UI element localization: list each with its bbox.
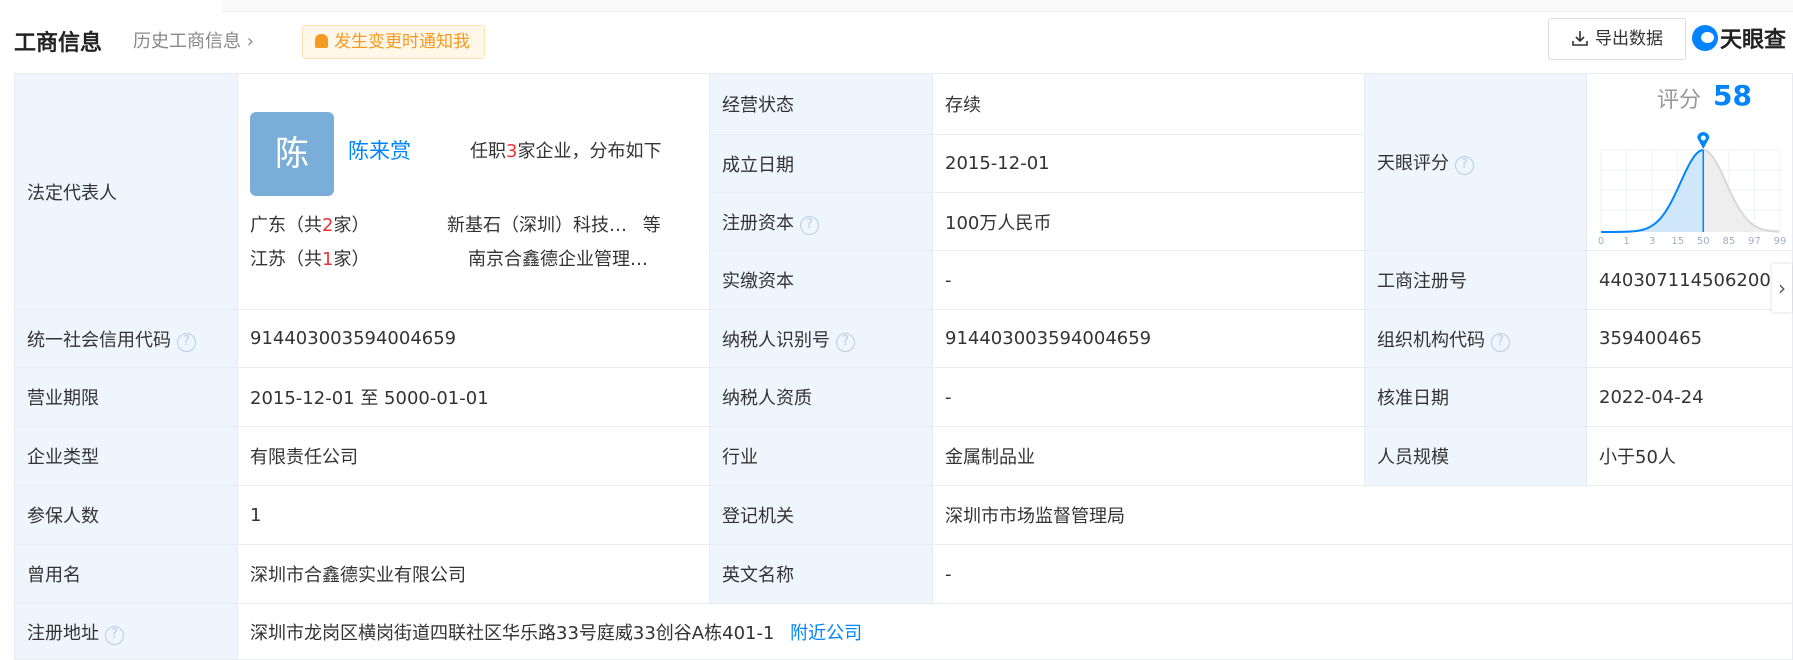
company-type-value: 有限责任公司: [237, 426, 710, 486]
taxpayer-qual-label: 纳税人资质: [709, 367, 933, 427]
paid-capital-value: -: [932, 250, 1365, 310]
top-strip: [0, 0, 1793, 12]
tick-label: 1: [1623, 236, 1629, 246]
company-link[interactable]: 南京合鑫德企业管理…: [468, 245, 648, 271]
legal-rep-name[interactable]: 陈来赏: [348, 135, 411, 165]
address-value: 深圳市龙岗区横岗街道四联社区华乐路33号庭威33创谷A栋401-1 附近公司: [237, 603, 1793, 660]
tick-label: 99: [1774, 236, 1787, 246]
tick-label: 50: [1697, 236, 1710, 246]
help-icon[interactable]: ?: [1455, 156, 1474, 175]
notify-on-change-button[interactable]: 发生变更时通知我: [302, 25, 485, 59]
business-info-table: 法定代表人 陈 陈来赏 任职3家企业，分布如下 广东（共2家） 新基石（深圳）科…: [14, 73, 1793, 660]
location-pin-dot: [1700, 135, 1706, 141]
english-name-value: -: [932, 544, 1793, 604]
curve-area-right: [1703, 150, 1780, 232]
score-distribution-chart: 0 1 3 15 50 85 97 99: [1598, 132, 1787, 246]
company-type-label: 企业类型: [14, 426, 238, 486]
help-icon[interactable]: ?: [1491, 332, 1510, 352]
help-icon[interactable]: ?: [105, 625, 124, 645]
reg-capital-value: 100万人民币: [932, 192, 1365, 251]
province-item[interactable]: 广东（共2家）: [250, 211, 369, 237]
scroll-right-button[interactable]: ›: [1772, 264, 1792, 312]
legal-rep-cell: 陈 陈来赏 任职3家企业，分布如下 广东（共2家） 新基石（深圳）科技… 等 江…: [237, 73, 710, 310]
paid-capital-label: 实缴资本: [709, 250, 933, 310]
avatar: 陈: [250, 112, 334, 196]
org-code-value: 359400465: [1586, 309, 1793, 368]
authority-value: 深圳市市场监督管理局: [932, 485, 1793, 545]
section-header: 工商信息 历史工商信息 › 发生变更时通知我 导出数据 天眼查: [0, 12, 1793, 73]
tick-label: 15: [1671, 236, 1684, 246]
tick-label: 3: [1649, 236, 1655, 246]
reg-capital-label: 注册资本?: [709, 192, 933, 251]
reg-no-value: 440307114506200: [1586, 250, 1793, 310]
taxpayer-id-value: 914403003594004659: [932, 309, 1365, 368]
english-name-label: 英文名称: [709, 544, 933, 604]
insured-label: 参保人数: [14, 485, 238, 545]
approve-date-label: 核准日期: [1364, 367, 1587, 427]
industry-label: 行业: [709, 426, 933, 486]
brand-logo: 天眼查: [1692, 22, 1786, 54]
term-label: 营业期限: [14, 367, 238, 427]
legal-rep-label: 法定代表人: [14, 73, 238, 310]
notify-label: 发生变更时通知我: [334, 32, 470, 52]
score-cell: 评分 58 0 1 3 15 50 85 97 99: [1586, 73, 1793, 251]
score-label: 天眼评分?: [1364, 73, 1587, 251]
bell-icon: [315, 34, 328, 48]
chevron-right-icon: ›: [241, 31, 254, 52]
founded-value: 2015-12-01: [932, 134, 1365, 193]
download-icon: [1572, 31, 1588, 46]
staff-size-label: 人员规模: [1364, 426, 1587, 486]
holding-summary: 任职3家企业，分布如下: [470, 141, 662, 162]
term-value: 2015-12-01 至 5000-01-01: [237, 367, 710, 427]
insured-value: 1: [237, 485, 710, 545]
score-title: 评分: [1657, 88, 1702, 113]
province-item[interactable]: 江苏（共1家）: [250, 245, 369, 271]
reg-no-label: 工商注册号: [1364, 250, 1587, 310]
help-icon[interactable]: ?: [800, 215, 819, 235]
industry-value: 金属制品业: [932, 426, 1365, 486]
history-link-label: 历史工商信息: [133, 31, 241, 52]
company-link[interactable]: 新基石（深圳）科技… 等: [447, 211, 661, 237]
org-code-label: 组织机构代码?: [1364, 309, 1587, 368]
former-name-label: 曾用名: [14, 544, 238, 604]
tick-label: 0: [1598, 236, 1604, 246]
status-value: 存续: [932, 73, 1365, 135]
taxpayer-qual-value: -: [932, 367, 1365, 427]
credit-code-value: 914403003594004659: [237, 309, 710, 368]
tick-label: 97: [1748, 236, 1761, 246]
help-icon[interactable]: ?: [836, 332, 855, 352]
authority-label: 登记机关: [709, 485, 933, 545]
history-link[interactable]: 历史工商信息 ›: [133, 27, 254, 53]
brand-name: 天眼查: [1720, 28, 1787, 53]
address-label: 注册地址?: [14, 603, 238, 660]
export-data-button[interactable]: 导出数据: [1548, 18, 1686, 60]
former-name-value: 深圳市合鑫德实业有限公司: [237, 544, 710, 604]
status-label: 经营状态: [709, 73, 933, 135]
logo-icon: [1692, 25, 1718, 51]
section-title: 工商信息: [14, 31, 103, 56]
staff-size-value: 小于50人: [1586, 426, 1793, 486]
credit-code-label: 统一社会信用代码?: [14, 309, 238, 368]
founded-label: 成立日期: [709, 134, 933, 193]
approve-date-value: 2022-04-24: [1586, 367, 1793, 427]
score-value: 58: [1713, 79, 1752, 112]
nearby-companies-link[interactable]: 附近公司: [790, 623, 862, 644]
export-label: 导出数据: [1595, 29, 1663, 49]
taxpayer-id-label: 纳税人识别号?: [709, 309, 933, 368]
help-icon[interactable]: ?: [177, 332, 196, 352]
tick-label: 85: [1722, 236, 1735, 246]
